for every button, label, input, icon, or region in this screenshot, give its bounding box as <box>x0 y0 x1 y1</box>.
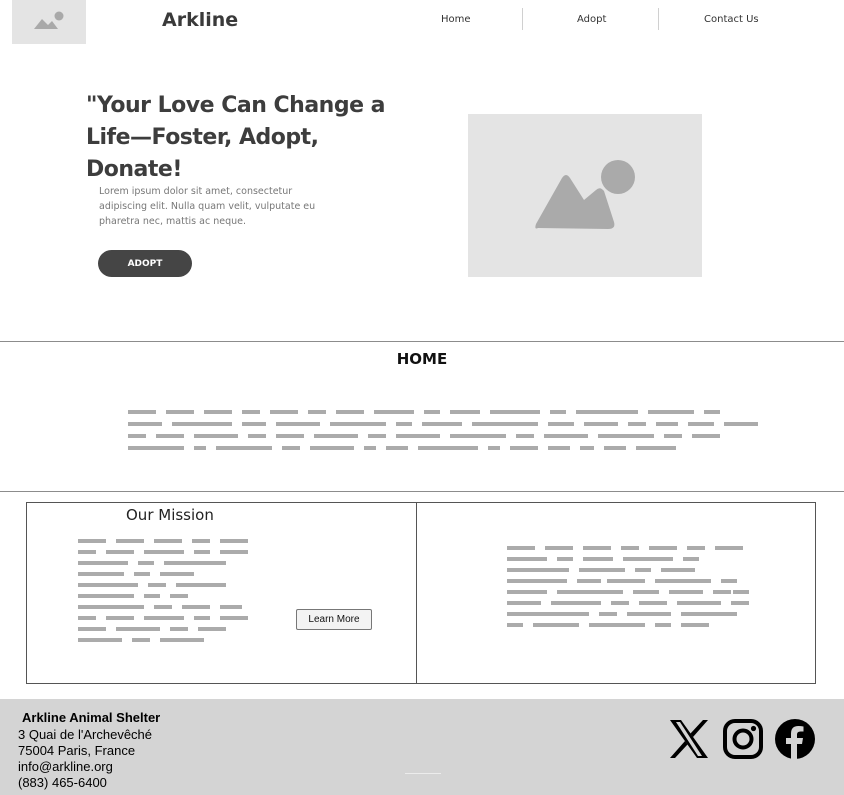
facebook-icon[interactable] <box>774 718 816 760</box>
logo-placeholder[interactable] <box>12 0 86 44</box>
hero-title: "Your Love Can Change a Life—Foster, Ado… <box>86 93 386 182</box>
home-placeholder-text <box>128 410 758 450</box>
section-divider <box>0 341 844 342</box>
x-icon[interactable] <box>668 718 710 760</box>
nav-divider <box>522 8 523 30</box>
footer-divider <box>405 773 441 774</box>
mission-right-placeholder-text <box>507 546 749 627</box>
image-placeholder-icon <box>535 160 635 229</box>
mission-column-divider <box>416 502 417 684</box>
home-heading: HOME <box>396 350 448 368</box>
nav-divider <box>658 8 659 30</box>
nav-home[interactable]: Home <box>441 14 471 25</box>
footer-phone[interactable]: (883) 465-6400 <box>18 775 107 790</box>
section-divider <box>0 491 844 492</box>
nav-contact-us[interactable]: Contact Us <box>704 14 759 25</box>
instagram-icon[interactable] <box>722 718 764 760</box>
image-placeholder-icon <box>34 11 64 29</box>
nav-adopt[interactable]: Adopt <box>577 14 606 25</box>
footer-address-line2: 75004 Paris, France <box>18 743 136 758</box>
mission-title: Our Mission <box>126 506 214 524</box>
hero-description: Lorem ipsum dolor sit amet, consectetur … <box>99 186 316 227</box>
learn-more-button[interactable]: Learn More <box>296 609 372 630</box>
mission-placeholder-text <box>78 539 248 642</box>
footer-address-line1: 3 Quai de l'Archevêché <box>18 727 153 742</box>
brand-name[interactable]: Arkline <box>162 9 238 31</box>
footer-org-name: Arkline Animal Shelter <box>22 710 161 725</box>
adopt-button[interactable]: ADOPT <box>98 250 192 277</box>
hero-image <box>468 114 702 277</box>
footer-email[interactable]: info@arkline.org <box>18 759 113 774</box>
